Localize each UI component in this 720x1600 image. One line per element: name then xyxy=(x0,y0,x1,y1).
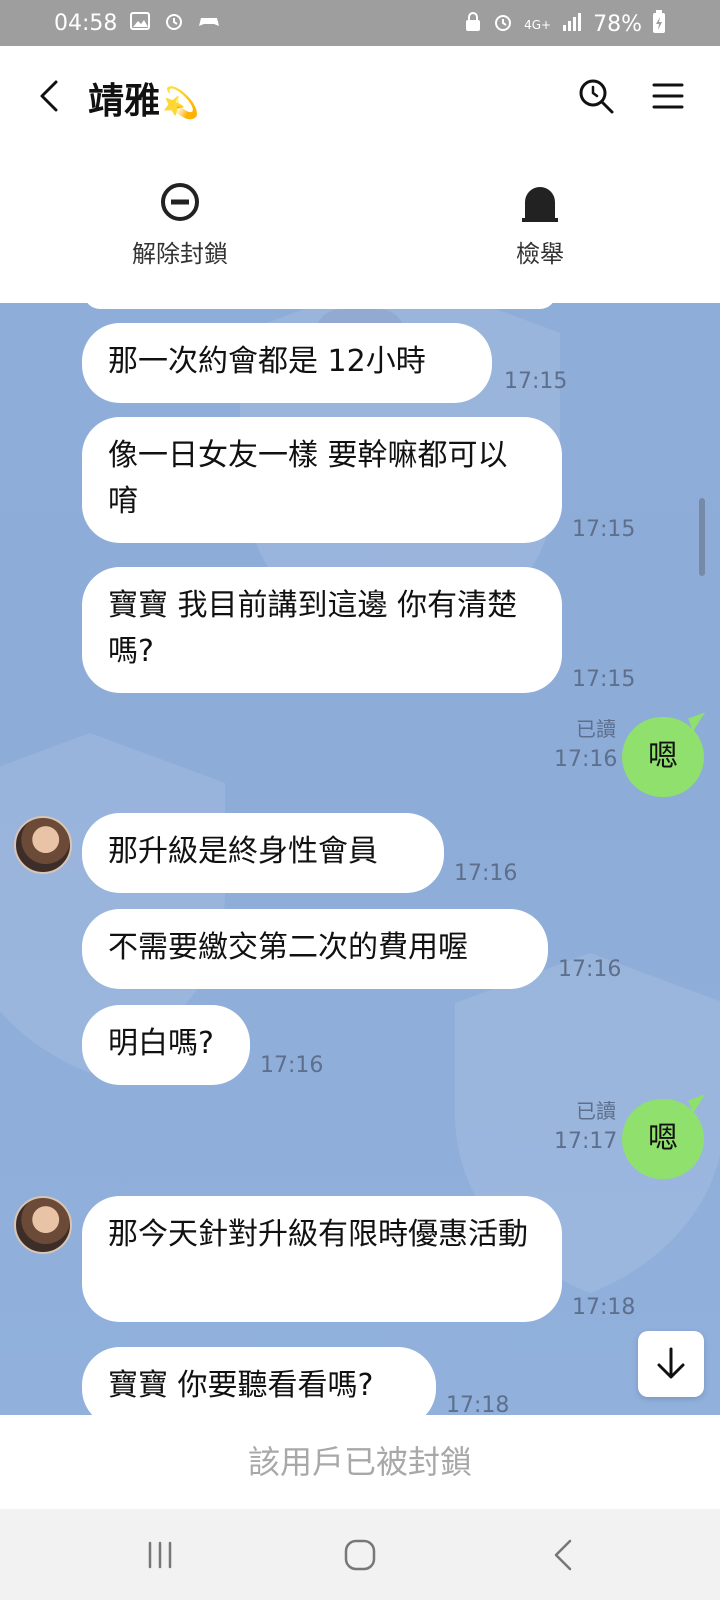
blocked-notice: 該用戶已被封鎖 xyxy=(0,1415,720,1509)
message-text: 明白嗎? xyxy=(108,1026,214,1061)
avatar[interactable] xyxy=(14,816,72,874)
avatar[interactable] xyxy=(14,1196,72,1254)
message-text: 那升級是終身性會員 xyxy=(108,834,378,869)
status-time: 04:58 xyxy=(54,11,118,36)
menu-button[interactable] xyxy=(646,74,690,118)
search-button[interactable] xyxy=(574,74,618,118)
message-time: 17:15 xyxy=(572,667,636,692)
recent-apps-button[interactable] xyxy=(136,1531,184,1579)
status-bar: 04:58 4G+ 78% xyxy=(0,0,720,46)
message-text: 嗯 xyxy=(648,1121,678,1156)
incoming-message-bubble[interactable]: 像一日女友一樣 要幹嘛都可以唷 xyxy=(82,417,562,543)
message-time: 17:16 xyxy=(558,957,622,982)
previous-message-bubble xyxy=(84,303,556,309)
alarm-icon xyxy=(163,10,185,37)
incoming-message-bubble[interactable]: 寶寶 我目前講到這邊 你有清楚嗎? xyxy=(82,567,562,693)
report-icon xyxy=(522,187,558,222)
back-arrow-icon xyxy=(40,80,58,112)
arrow-down-icon xyxy=(657,1347,685,1379)
chat-area[interactable]: 昨天 那一次約會都是 12小時 17:15 像一日女友一樣 要幹嘛都可以唷 17… xyxy=(0,303,720,1415)
back-nav-button[interactable] xyxy=(540,1531,588,1579)
message-time: 17:18 xyxy=(446,1393,510,1415)
contact-name: 靖雅 xyxy=(88,81,161,122)
search-icon xyxy=(579,79,614,114)
message-time: 17:15 xyxy=(572,517,636,542)
message-time: 17:18 xyxy=(572,1295,636,1320)
message-text: 像一日女友一樣 要幹嘛都可以唷 xyxy=(108,438,508,519)
battery-percent: 78% xyxy=(593,12,642,37)
message-text: 嗯 xyxy=(648,739,678,774)
home-icon xyxy=(344,1539,376,1571)
message-time: 17:17 xyxy=(554,1129,618,1154)
message-time: 17:15 xyxy=(504,369,568,394)
alarm-icon xyxy=(492,11,514,38)
unblock-button[interactable]: 解除封鎖 xyxy=(100,180,260,269)
battery-icon xyxy=(652,10,666,39)
chat-title[interactable]: 靖雅💫 xyxy=(88,72,199,124)
message-text: 那今天針對升級有限時優惠活動 xyxy=(108,1217,528,1252)
message-time: 17:16 xyxy=(454,861,518,886)
back-nav-icon xyxy=(554,1539,572,1571)
scroll-to-bottom-button[interactable] xyxy=(638,1331,704,1397)
game-icon xyxy=(197,10,221,37)
incoming-message-bubble[interactable]: 那一次約會都是 12小時 xyxy=(82,323,492,403)
block-actions-bar: 解除封鎖 檢舉 xyxy=(0,150,720,303)
incoming-message-bubble[interactable]: 不需要繳交第二次的費用喔 xyxy=(82,909,548,989)
incoming-message-bubble[interactable]: 那今天針對升級有限時優惠活動 xyxy=(82,1196,562,1322)
back-button[interactable] xyxy=(30,74,74,118)
outgoing-message-bubble[interactable]: 嗯 xyxy=(622,1099,704,1179)
read-receipt: 已讀 xyxy=(576,717,616,741)
read-receipt: 已讀 xyxy=(576,1099,616,1123)
outgoing-message-bubble[interactable]: 嗯 xyxy=(622,717,704,797)
gallery-icon xyxy=(129,10,151,37)
message-text: 寶寶 你要聽看看嗎? xyxy=(108,1368,374,1403)
incoming-message-bubble[interactable]: 明白嗎? xyxy=(82,1005,250,1085)
hamburger-menu-icon xyxy=(652,83,684,109)
network-type: 4G+ xyxy=(524,17,552,32)
lock-icon xyxy=(464,11,482,38)
home-button[interactable] xyxy=(336,1531,384,1579)
incoming-message-bubble[interactable]: 那升級是終身性會員 xyxy=(82,813,444,893)
message-text: 寶寶 我目前講到這邊 你有清楚嗎? xyxy=(108,588,518,669)
scrollbar[interactable] xyxy=(699,498,705,576)
report-button[interactable]: 檢舉 xyxy=(460,180,620,269)
incoming-message-bubble[interactable]: 寶寶 你要聽看看嗎? xyxy=(82,1347,436,1415)
system-nav-bar xyxy=(0,1509,720,1600)
message-time: 17:16 xyxy=(554,747,618,772)
unblock-label: 解除封鎖 xyxy=(132,240,228,268)
report-label: 檢舉 xyxy=(516,240,564,268)
message-time: 17:16 xyxy=(260,1053,324,1078)
message-text: 那一次約會都是 12小時 xyxy=(108,344,426,379)
dizzy-star-emoji: 💫 xyxy=(162,86,200,121)
signal-icon xyxy=(561,11,583,38)
message-text: 不需要繳交第二次的費用喔 xyxy=(108,930,468,965)
chat-header: 靖雅💫 xyxy=(0,46,720,150)
recent-apps-icon xyxy=(148,1541,172,1569)
unblock-icon xyxy=(161,183,199,221)
